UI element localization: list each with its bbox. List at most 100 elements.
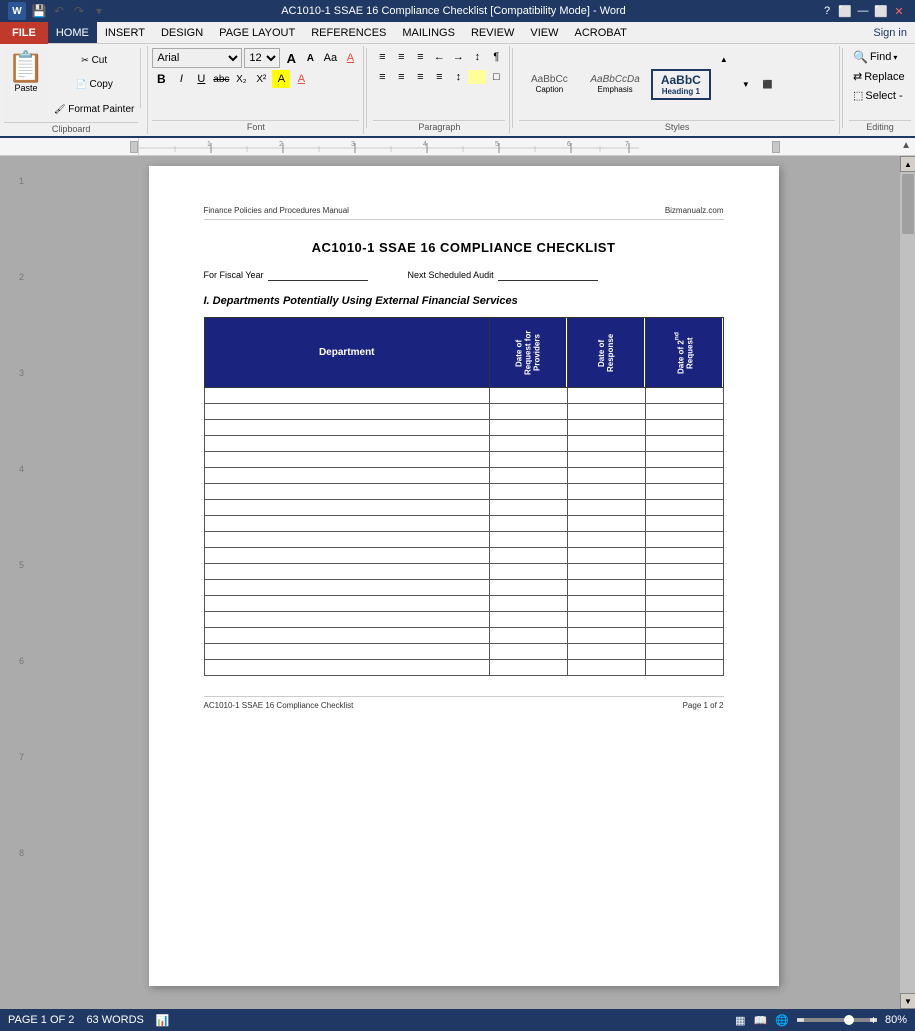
second-request-cell[interactable] bbox=[645, 468, 723, 484]
request-date-cell[interactable] bbox=[489, 564, 567, 580]
dept-cell[interactable] bbox=[204, 612, 489, 628]
request-date-cell[interactable] bbox=[489, 548, 567, 564]
align-center-btn[interactable]: ≡ bbox=[392, 68, 410, 86]
highlight-btn[interactable]: A bbox=[272, 70, 290, 88]
dept-cell[interactable] bbox=[204, 660, 489, 676]
review-menu[interactable]: REVIEW bbox=[463, 22, 522, 43]
request-date-cell[interactable] bbox=[489, 628, 567, 644]
close-btn[interactable]: ✕ bbox=[891, 3, 907, 19]
subscript-btn[interactable]: X₂ bbox=[232, 70, 250, 88]
response-date-cell[interactable] bbox=[567, 580, 645, 596]
second-request-cell[interactable] bbox=[645, 532, 723, 548]
zoom-level[interactable]: 80% bbox=[885, 1014, 907, 1026]
request-date-cell[interactable] bbox=[489, 452, 567, 468]
request-date-cell[interactable] bbox=[489, 500, 567, 516]
response-date-cell[interactable] bbox=[567, 468, 645, 484]
response-date-cell[interactable] bbox=[567, 484, 645, 500]
response-date-cell[interactable] bbox=[567, 644, 645, 660]
scroll-up-btn[interactable]: ▲ bbox=[900, 156, 915, 172]
response-date-cell[interactable] bbox=[567, 660, 645, 676]
table-row[interactable] bbox=[204, 564, 723, 580]
table-row[interactable] bbox=[204, 436, 723, 452]
caption-style-btn[interactable]: AaBbCc Caption bbox=[519, 71, 579, 97]
request-date-cell[interactable] bbox=[489, 388, 567, 404]
second-request-cell[interactable] bbox=[645, 436, 723, 452]
table-row[interactable] bbox=[204, 516, 723, 532]
request-date-cell[interactable] bbox=[489, 660, 567, 676]
undo-quick-btn[interactable]: ↶ bbox=[50, 2, 68, 20]
response-date-cell[interactable] bbox=[567, 500, 645, 516]
italic-btn[interactable]: I bbox=[172, 70, 190, 88]
second-request-cell[interactable] bbox=[645, 452, 723, 468]
zoom-track[interactable] bbox=[804, 1018, 870, 1022]
zoom-in-btn[interactable]: + bbox=[870, 1013, 877, 1027]
response-date-cell[interactable] bbox=[567, 436, 645, 452]
line-spacing-btn[interactable]: ↕ bbox=[449, 68, 467, 86]
response-date-cell[interactable] bbox=[567, 596, 645, 612]
second-request-cell[interactable] bbox=[645, 548, 723, 564]
second-request-cell[interactable] bbox=[645, 564, 723, 580]
cut-btn[interactable]: ✂ Cut bbox=[50, 53, 138, 68]
dept-cell[interactable] bbox=[204, 436, 489, 452]
styles-scroll-up-btn[interactable]: ▲ bbox=[715, 50, 733, 68]
justify-btn[interactable]: ≡ bbox=[430, 68, 448, 86]
second-request-cell[interactable] bbox=[645, 660, 723, 676]
scroll-thumb[interactable] bbox=[902, 174, 914, 234]
replace-btn[interactable]: ⇄ Replace bbox=[849, 68, 911, 85]
font-size-select[interactable]: 12 bbox=[244, 48, 280, 68]
request-date-cell[interactable] bbox=[489, 532, 567, 548]
response-date-cell[interactable] bbox=[567, 564, 645, 580]
dept-cell[interactable] bbox=[204, 468, 489, 484]
response-date-cell[interactable] bbox=[567, 548, 645, 564]
find-btn[interactable]: 🔍 Find ▾ bbox=[849, 48, 911, 66]
page-layout-menu[interactable]: PAGE LAYOUT bbox=[211, 22, 303, 43]
show-marks-btn[interactable]: ¶ bbox=[487, 48, 505, 66]
second-request-cell[interactable] bbox=[645, 580, 723, 596]
increase-indent-btn[interactable]: → bbox=[449, 48, 467, 66]
underline-btn[interactable]: U bbox=[192, 70, 210, 88]
zoom-slider[interactable]: − + bbox=[797, 1018, 877, 1022]
styles-scroll-down-btn[interactable]: ▼ bbox=[737, 75, 755, 93]
print-layout-btn[interactable]: ▦ bbox=[735, 1014, 745, 1027]
dept-cell[interactable] bbox=[204, 580, 489, 596]
request-date-cell[interactable] bbox=[489, 596, 567, 612]
request-date-cell[interactable] bbox=[489, 436, 567, 452]
maximize-btn[interactable]: ⬜ bbox=[873, 3, 889, 19]
bold-btn[interactable]: B bbox=[152, 70, 170, 88]
shading-btn[interactable] bbox=[468, 70, 486, 84]
restore-btn[interactable]: ⬜ bbox=[837, 3, 853, 19]
sign-in-btn[interactable]: Sign in bbox=[865, 27, 915, 39]
qa-dropdown-btn[interactable]: ▾ bbox=[90, 2, 108, 20]
table-row[interactable] bbox=[204, 596, 723, 612]
response-date-cell[interactable] bbox=[567, 452, 645, 468]
minimize-btn[interactable]: — bbox=[855, 3, 871, 19]
request-date-cell[interactable] bbox=[489, 516, 567, 532]
table-row[interactable] bbox=[204, 660, 723, 676]
table-row[interactable] bbox=[204, 532, 723, 548]
styles-more-btn[interactable]: ⬛ bbox=[759, 75, 777, 93]
dept-cell[interactable] bbox=[204, 532, 489, 548]
superscript-btn[interactable]: X² bbox=[252, 70, 270, 88]
response-date-cell[interactable] bbox=[567, 532, 645, 548]
sort-btn[interactable]: ↕ bbox=[468, 48, 486, 66]
home-menu[interactable]: HOME bbox=[48, 22, 97, 43]
align-left-btn[interactable]: ≡ bbox=[373, 68, 391, 86]
scroll-down-btn[interactable]: ▼ bbox=[900, 993, 915, 1009]
references-menu[interactable]: REFERENCES bbox=[303, 22, 394, 43]
dept-cell[interactable] bbox=[204, 564, 489, 580]
multilevel-btn[interactable]: ≡ bbox=[411, 48, 429, 66]
insert-menu[interactable]: INSERT bbox=[97, 22, 153, 43]
numbering-btn[interactable]: ≡ bbox=[392, 48, 410, 66]
second-request-cell[interactable] bbox=[645, 404, 723, 420]
format-painter-btn[interactable]: 🖌 Format Painter bbox=[50, 102, 138, 117]
second-request-cell[interactable] bbox=[645, 644, 723, 660]
table-row[interactable] bbox=[204, 500, 723, 516]
dept-cell[interactable] bbox=[204, 484, 489, 500]
scroll-track[interactable] bbox=[900, 172, 915, 993]
request-date-cell[interactable] bbox=[489, 420, 567, 436]
table-row[interactable] bbox=[204, 404, 723, 420]
request-date-cell[interactable] bbox=[489, 580, 567, 596]
mailings-menu[interactable]: MAILINGS bbox=[394, 22, 463, 43]
paste-btn[interactable]: 📋 Paste bbox=[4, 48, 48, 122]
second-request-cell[interactable] bbox=[645, 484, 723, 500]
